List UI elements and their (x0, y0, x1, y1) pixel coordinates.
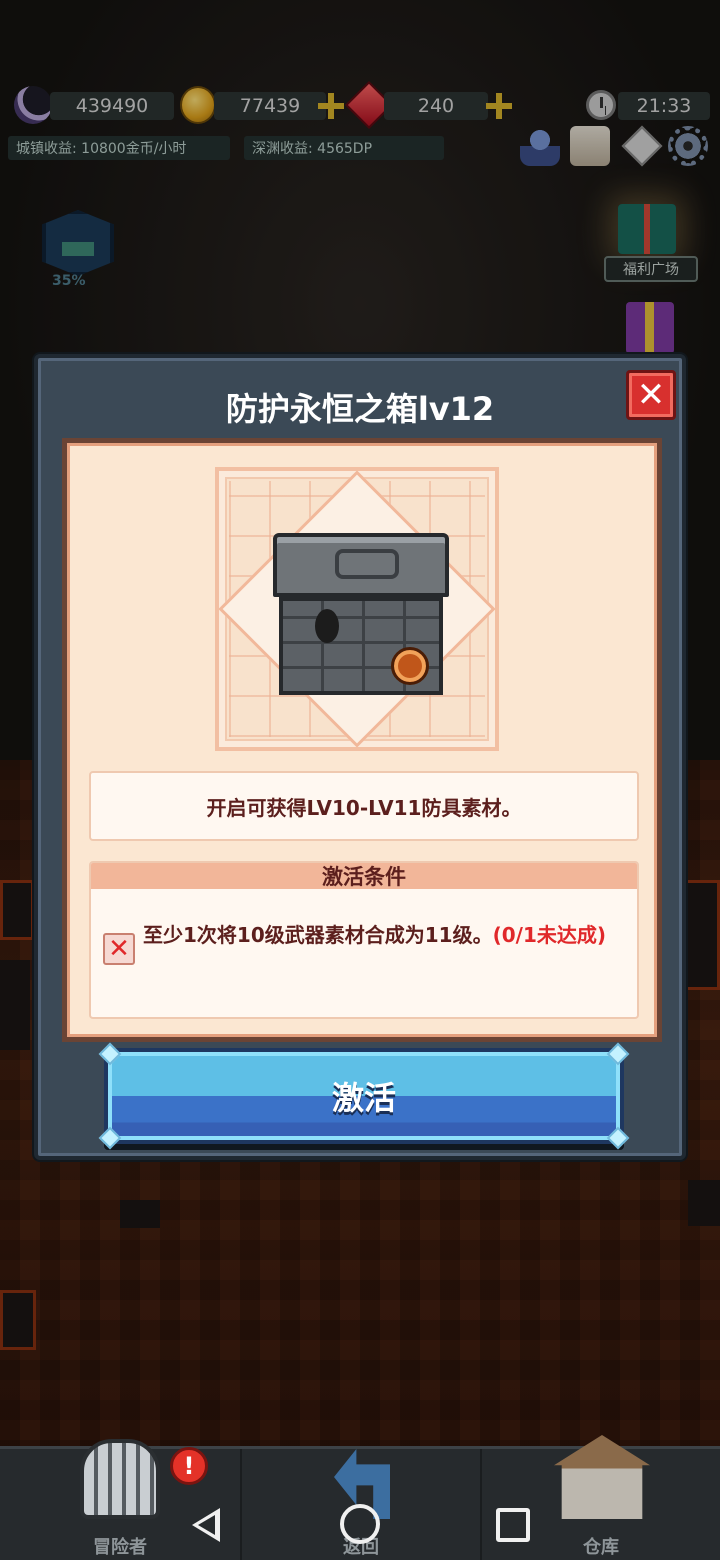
activate-button[interactable]: 激活 (98, 1042, 630, 1150)
condition-text: 至少1次将10级武器素材合成为11级。(0/1未达成) (143, 921, 633, 949)
conditions-header: 激活条件 (91, 863, 637, 889)
chest-lid (273, 533, 449, 597)
close-icon: ✕ (636, 375, 666, 415)
nav-home-icon[interactable] (340, 1504, 380, 1544)
activate-label: 激活 (331, 1079, 396, 1117)
condition-requirement: 至少1次将10级武器素材合成为11级。 (143, 923, 493, 947)
close-button[interactable]: ✕ (626, 370, 676, 420)
button-corner-gem (606, 1042, 630, 1066)
alert-icon: ! (170, 1447, 208, 1485)
stone-chest-icon (269, 523, 453, 713)
armor-badge-icon (391, 647, 429, 685)
unmet-cross-icon: ✕ (103, 933, 135, 965)
system-navigation-bar (0, 1490, 720, 1560)
dialog-title: 防护永恒之箱lv12 (225, 390, 495, 428)
nav-back-icon[interactable] (184, 1502, 230, 1548)
chest-image-frame (215, 467, 499, 751)
chest-activation-dialog: 防护永恒之箱lv12 ✕ 开启可获得LV10-LV11防具素材。 激活条件 ✕ … (34, 354, 686, 1160)
nav-recents-icon[interactable] (496, 1508, 530, 1542)
button-corner-gem (606, 1126, 630, 1150)
dialog-content-panel: 开启可获得LV10-LV11防具素材。 激活条件 ✕ 至少1次将10级武器素材合… (62, 438, 662, 1042)
button-corner-gem (98, 1042, 122, 1066)
chest-keyhole (315, 609, 339, 643)
condition-status: (0/1未达成) (492, 923, 607, 947)
reward-description: 开启可获得LV10-LV11防具素材。 (89, 771, 639, 841)
button-corner-gem (98, 1126, 122, 1150)
activation-conditions: 激活条件 ✕ 至少1次将10级武器素材合成为11级。(0/1未达成) (89, 861, 639, 1019)
